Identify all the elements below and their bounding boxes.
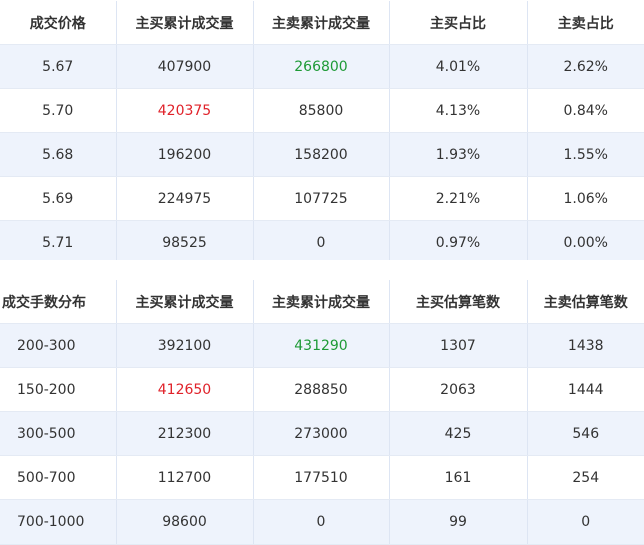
buy-volume-cell-max: 420375 [116,88,254,133]
column-header-sell-volume[interactable]: 主卖累计成交量 [253,280,390,324]
lot-range-cell: 150-200 [0,367,117,412]
lot-range-cell: 200-300 [0,323,117,368]
table-header-row: 成交手数分布 主买累计成交量 主卖累计成交量 主买估算笔数 主卖估算笔数 [0,280,644,324]
buy-volume-cell: 112700 [116,455,254,500]
sell-count-cell: 1444 [527,367,644,412]
sell-ratio-cell: 0.00% [527,220,644,265]
column-header-sell-ratio[interactable]: 主卖占比 [527,1,644,45]
table-row: 500-700 112700 177510 161 254 [0,455,644,500]
sell-count-cell: 1438 [527,323,644,368]
sell-ratio-cell: 0.84% [527,88,644,133]
buy-volume-cell: 407900 [116,44,254,89]
lot-range-cell: 300-500 [0,411,117,456]
price-cell: 5.71 [0,220,117,265]
sell-ratio-cell: 1.06% [527,176,644,221]
buy-volume-cell: 98600 [116,499,254,545]
price-cell: 5.69 [0,176,117,221]
buy-count-cell: 425 [389,411,528,456]
sell-count-cell: 254 [527,455,644,500]
sell-volume-cell: 177510 [253,455,390,500]
table-row: 200-300 392100 431290 1307 1438 [0,323,644,368]
lot-size-distribution-table: 成交手数分布 主买累计成交量 主卖累计成交量 主买估算笔数 主卖估算笔数 200… [0,280,644,545]
sell-volume-cell: 107725 [253,176,390,221]
column-header-sell-volume[interactable]: 主卖累计成交量 [253,1,390,45]
buy-count-cell: 99 [389,499,528,545]
sell-volume-cell: 158200 [253,132,390,177]
column-header-buy-ratio[interactable]: 主买占比 [389,1,528,45]
buy-ratio-cell: 1.93% [389,132,528,177]
table-row: 700-1000 98600 0 99 0 [0,499,644,545]
sell-volume-cell-max: 431290 [253,323,390,368]
table-row: 5.67 407900 266800 4.01% 2.62% [0,44,644,89]
price-cell: 5.68 [0,132,117,177]
buy-volume-cell: 224975 [116,176,254,221]
price-cell: 5.70 [0,88,117,133]
table-row: 150-200 412650 288850 2063 1444 [0,367,644,412]
buy-ratio-cell: 4.01% [389,44,528,89]
column-header-sell-count[interactable]: 主卖估算笔数 [527,280,644,324]
sell-count-cell: 0 [527,499,644,545]
table-row: 5.71 98525 0 0.97% 0.00% [0,220,644,265]
buy-volume-cell: 392100 [116,323,254,368]
sell-volume-cell: 85800 [253,88,390,133]
column-header-price[interactable]: 成交价格 [0,1,117,45]
buy-ratio-cell: 2.21% [389,176,528,221]
sell-volume-cell: 0 [253,220,390,265]
column-header-buy-count[interactable]: 主买估算笔数 [389,280,528,324]
buy-count-cell: 2063 [389,367,528,412]
table-row: 5.68 196200 158200 1.93% 1.55% [0,132,644,177]
buy-volume-cell: 98525 [116,220,254,265]
table-row: 300-500 212300 273000 425 546 [0,411,644,456]
sell-volume-cell: 273000 [253,411,390,456]
buy-volume-cell: 212300 [116,411,254,456]
buy-ratio-cell: 4.13% [389,88,528,133]
sell-volume-cell: 0 [253,499,390,545]
sell-volume-cell-max: 266800 [253,44,390,89]
lot-range-cell: 700-1000 [0,499,117,545]
column-header-lot-range[interactable]: 成交手数分布 [0,280,117,324]
buy-volume-cell-max: 412650 [116,367,254,412]
buy-count-cell: 1307 [389,323,528,368]
column-header-buy-volume[interactable]: 主买累计成交量 [116,280,254,324]
table-row: 5.69 224975 107725 2.21% 1.06% [0,176,644,221]
table-spacer [0,260,644,280]
sell-ratio-cell: 1.55% [527,132,644,177]
table-row: 5.70 420375 85800 4.13% 0.84% [0,88,644,133]
lot-range-cell: 500-700 [0,455,117,500]
buy-volume-cell: 196200 [116,132,254,177]
sell-volume-cell: 288850 [253,367,390,412]
price-distribution-table: 成交价格 主买累计成交量 主卖累计成交量 主买占比 主卖占比 5.67 4079… [0,1,644,265]
sell-count-cell: 546 [527,411,644,456]
table-header-row: 成交价格 主买累计成交量 主卖累计成交量 主买占比 主卖占比 [0,1,644,45]
buy-count-cell: 161 [389,455,528,500]
column-header-buy-volume[interactable]: 主买累计成交量 [116,1,254,45]
price-cell: 5.67 [0,44,117,89]
sell-ratio-cell: 2.62% [527,44,644,89]
buy-ratio-cell: 0.97% [389,220,528,265]
